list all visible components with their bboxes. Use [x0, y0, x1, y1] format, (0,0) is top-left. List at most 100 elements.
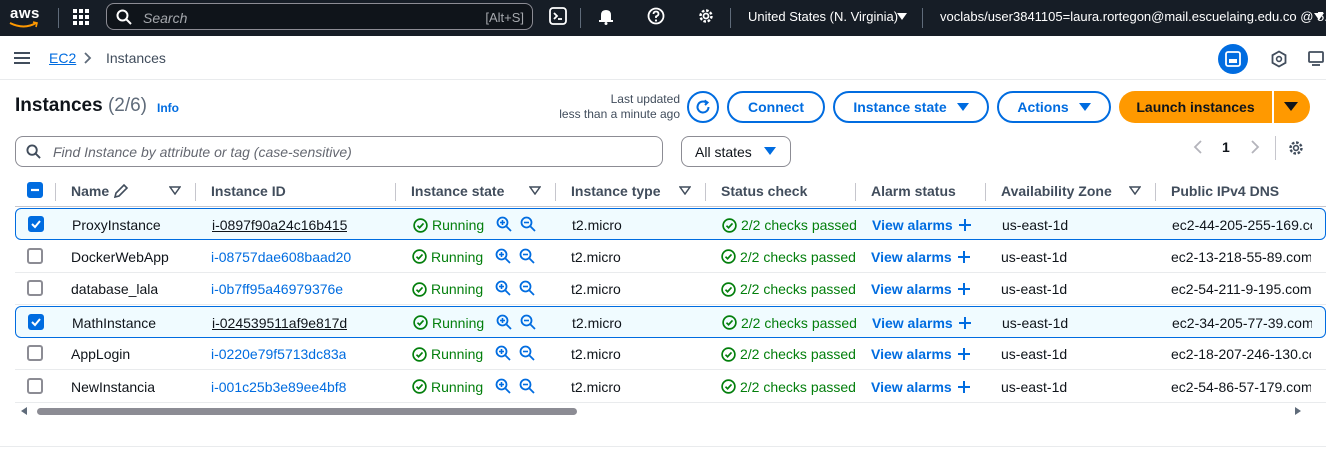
zoom-in-icon[interactable]	[495, 248, 511, 264]
public-ipv4-dns: ec2-13-218-55-89.compute-1.amazonaws.com	[1171, 248, 1311, 265]
success-check-circle-icon	[412, 346, 427, 362]
help-icon[interactable]	[647, 7, 667, 27]
status-check-text: 2/2 checks passed	[741, 217, 857, 233]
column-header-instance-state[interactable]: Instance state	[411, 183, 504, 199]
states-filter-select[interactable]: All states	[681, 136, 791, 167]
select-all-checkbox[interactable]	[27, 182, 43, 198]
view-alarms-text: View alarms	[871, 281, 952, 297]
row-checkbox[interactable]	[27, 280, 43, 296]
refresh-button[interactable]	[687, 91, 719, 123]
region-dropdown-icon[interactable]	[897, 13, 907, 21]
cloudshell-icon[interactable]	[549, 7, 569, 27]
row-checkbox[interactable]	[28, 313, 44, 330]
column-header-status-check[interactable]: Status check	[721, 183, 807, 199]
zoom-in-icon[interactable]	[495, 378, 511, 394]
zoom-out-icon[interactable]	[519, 280, 535, 296]
row-checkbox[interactable]	[27, 345, 43, 361]
sort-caret-icon[interactable]	[169, 186, 181, 195]
instance-state-button[interactable]: Instance state	[833, 91, 989, 123]
scroll-right-icon[interactable]	[1295, 407, 1301, 415]
launch-instances-button[interactable]: Launch instances	[1119, 91, 1272, 123]
zoom-out-icon[interactable]	[520, 216, 536, 232]
zoom-out-icon[interactable]	[519, 248, 535, 264]
zoom-out-icon[interactable]	[519, 378, 535, 394]
row-checkbox[interactable]	[27, 247, 43, 264]
region-selector[interactable]: United States (N. Virginia)	[748, 9, 898, 24]
sort-caret-icon[interactable]	[1129, 186, 1141, 195]
split-panel-button[interactable]	[1218, 44, 1248, 74]
table-row[interactable]: DockerWebApp i-08757dae608baad20 Running t2…	[15, 241, 1326, 273]
scrollbar-thumb[interactable]	[37, 408, 577, 415]
column-header-instance-id[interactable]: Instance ID	[211, 183, 286, 199]
instance-id-link[interactable]: i-001c25b3e89ee4bf8	[211, 379, 346, 395]
breadcrumb-current: Instances	[106, 50, 166, 66]
instance-type: t2.micro	[571, 378, 621, 395]
zoom-in-icon[interactable]	[495, 280, 511, 296]
notifications-panel-icon[interactable]	[1270, 50, 1288, 68]
row-checkbox[interactable]	[28, 216, 44, 232]
next-page-icon[interactable]	[1250, 140, 1260, 154]
divider	[58, 8, 59, 28]
column-header-public-ipv4-dns[interactable]: Public IPv4 DNS	[1171, 183, 1279, 199]
status-check: 2/2 checks passed	[722, 217, 857, 233]
tools-panel-icon[interactable]	[1308, 50, 1326, 68]
horizontal-scrollbar[interactable]	[15, 404, 1311, 418]
column-header-instance-type[interactable]: Instance type	[571, 183, 660, 199]
table-row[interactable]: ProxyInstance i-0897f90a24c16b415 Running t…	[15, 208, 1326, 240]
refresh-icon	[696, 99, 710, 114]
launch-instances-dropdown[interactable]	[1274, 91, 1310, 123]
column-header-availability-zone[interactable]: Availability Zone	[1001, 183, 1112, 199]
table-row[interactable]: NewInstancia i-001c25b3e89ee4bf8 Running t2…	[15, 371, 1326, 403]
instance-id-link[interactable]: i-0220e79f5713dc83a	[211, 346, 346, 362]
table-row[interactable]: database_lala i-0b7ff95a46979376e Running t…	[15, 273, 1326, 305]
sort-caret-icon[interactable]	[529, 186, 541, 195]
find-instance-input[interactable]: Find Instance by attribute or tag (case-…	[15, 136, 663, 167]
zoom-in-icon[interactable]	[495, 345, 511, 361]
zoom-in-icon[interactable]	[496, 216, 512, 232]
view-alarms-text: View alarms	[871, 378, 952, 395]
zoom-out-icon[interactable]	[519, 345, 535, 361]
connect-button[interactable]: Connect	[727, 91, 825, 123]
instance-state: Running	[412, 249, 483, 265]
notifications-bell-icon[interactable]	[597, 7, 617, 27]
zoom-in-icon[interactable]	[496, 314, 512, 330]
view-alarms-link[interactable]: View alarms	[872, 315, 971, 331]
previous-page-icon[interactable]	[1193, 140, 1203, 154]
instance-id-link[interactable]: i-024539511af9e817d	[212, 315, 347, 331]
table-row[interactable]: MathInstance i-024539511af9e817d Running t2…	[15, 305, 1326, 338]
view-alarms-link[interactable]: View alarms	[871, 346, 970, 362]
view-alarms-link[interactable]: View alarms	[871, 249, 970, 265]
account-menu[interactable]: voclabs/user3841105=laura.rortegon@mail.…	[940, 9, 1326, 24]
status-check-text: 2/2 checks passed	[740, 248, 856, 265]
instance-id-link[interactable]: i-08757dae608baad20	[211, 249, 351, 265]
instance-id-link[interactable]: i-0897f90a24c16b415	[212, 217, 347, 233]
table-row[interactable]: AppLogin i-0220e79f5713dc83a Running t2.mic…	[15, 338, 1326, 370]
column-header-alarm-status[interactable]: Alarm status	[871, 183, 956, 199]
status-check-text: 2/2 checks passed	[741, 314, 857, 331]
actions-button[interactable]: Actions	[997, 91, 1111, 123]
settings-gear-icon[interactable]	[697, 7, 717, 27]
global-search-input[interactable]: Search [Alt+S]	[106, 3, 533, 30]
table-preferences-gear-icon[interactable]	[1287, 139, 1305, 157]
success-check-circle-icon	[721, 346, 736, 362]
zoom-out-icon[interactable]	[520, 314, 536, 330]
menu-hamburger-icon[interactable]	[14, 52, 30, 64]
view-alarms-link[interactable]: View alarms	[872, 217, 971, 233]
search-shortcut: [Alt+S]	[485, 10, 524, 25]
instance-name: DockerWebApp	[71, 248, 169, 265]
scroll-left-icon[interactable]	[21, 407, 27, 415]
account-dropdown-icon[interactable]	[1314, 13, 1324, 21]
view-alarms-link[interactable]: View alarms	[871, 379, 970, 395]
view-alarms-link[interactable]: View alarms	[871, 281, 970, 297]
column-header-name[interactable]: Name	[71, 183, 109, 199]
instance-id-link[interactable]: i-0b7ff95a46979376e	[211, 281, 343, 297]
instance-name: MathInstance	[72, 314, 157, 331]
breadcrumb-ec2-link[interactable]: EC2	[49, 50, 76, 66]
services-grid-icon[interactable]	[72, 8, 92, 28]
info-link[interactable]: Info	[157, 101, 179, 115]
sort-caret-icon[interactable]	[679, 186, 691, 195]
row-checkbox[interactable]	[27, 377, 43, 394]
current-page-number[interactable]: 1	[1222, 139, 1230, 155]
divider	[1275, 136, 1276, 160]
aws-logo[interactable]: aws	[8, 4, 48, 32]
